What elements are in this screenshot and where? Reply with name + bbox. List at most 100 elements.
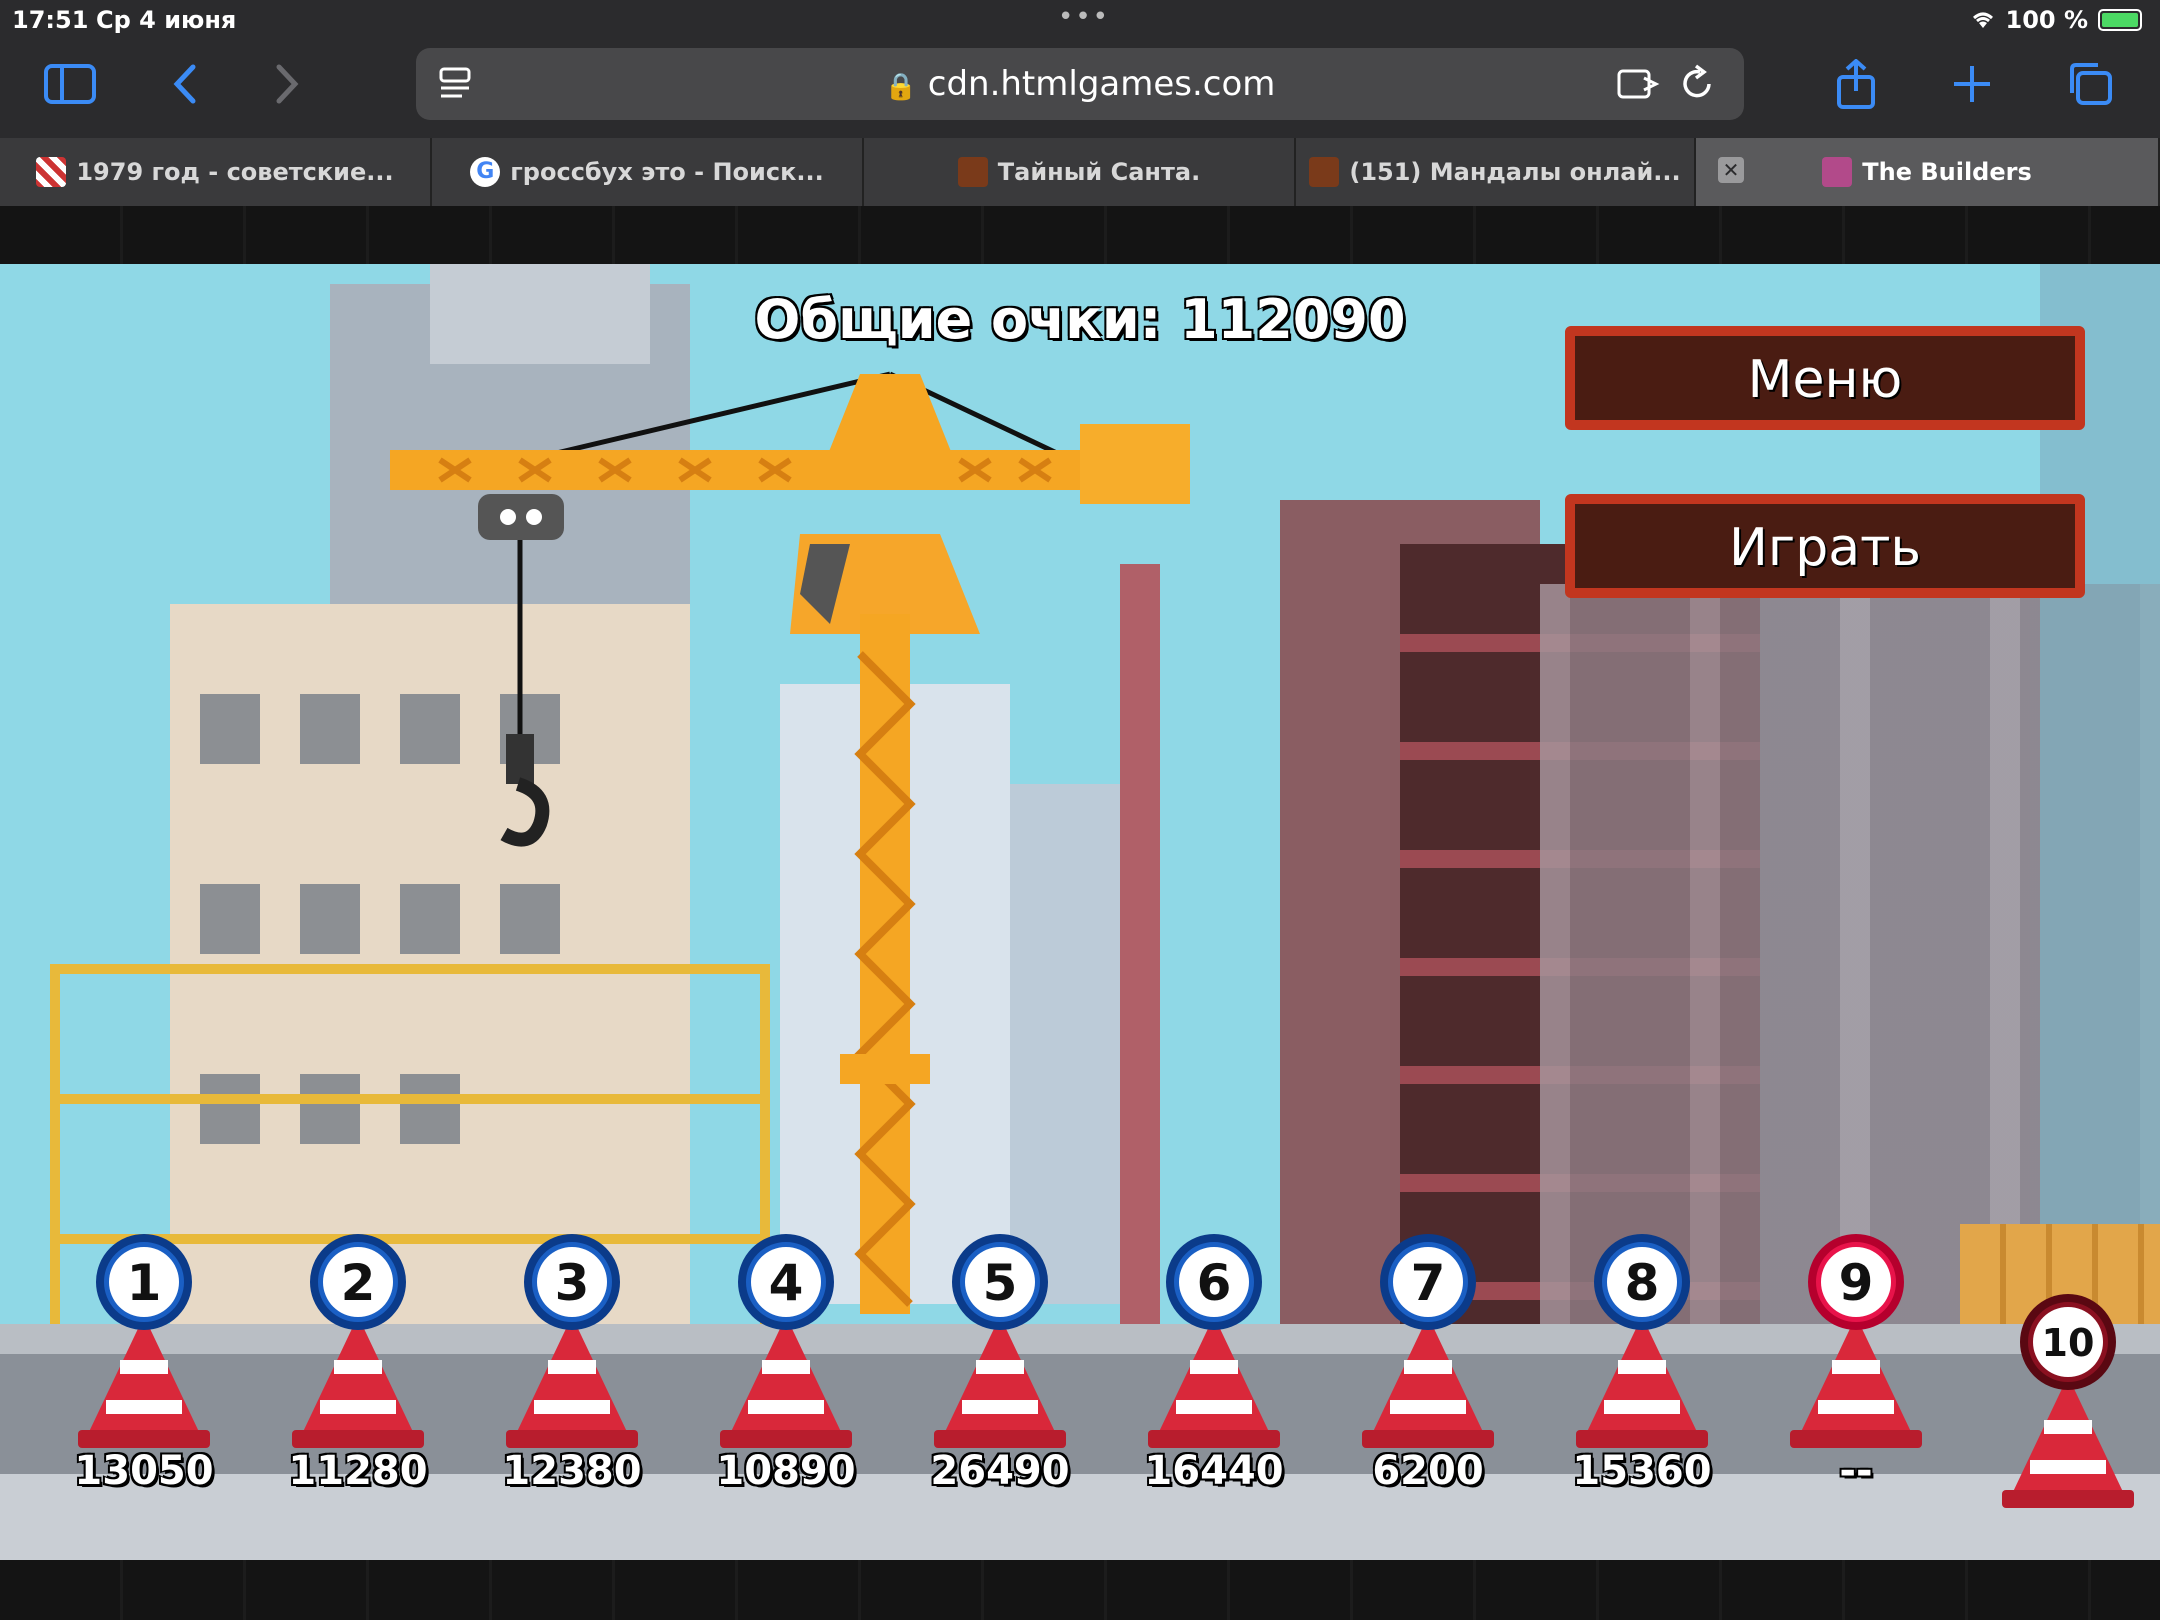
cone-icon [730, 1316, 842, 1434]
level-badge: 3 [524, 1234, 620, 1330]
level-badge: 2 [310, 1234, 406, 1330]
cone-base [506, 1430, 638, 1448]
menu-button[interactable]: Меню [1545, 308, 2105, 448]
level-6-score: 16440 [1144, 1448, 1284, 1494]
level-3-score: 12380 [502, 1448, 642, 1494]
level-badge: 8 [1594, 1234, 1690, 1330]
tab-mandalas[interactable]: (151) Мандалы онлай... [1296, 138, 1696, 206]
level-9-score: -- [1839, 1448, 1873, 1494]
share-button[interactable] [1826, 56, 1886, 112]
reload-icon[interactable] [1678, 64, 1716, 104]
cone-stripe [962, 1400, 1038, 1414]
favicon-icon [1822, 157, 1853, 187]
level-9-button[interactable]: 9 [1778, 1234, 1938, 1464]
level-3-button[interactable]: 3 [494, 1234, 654, 1464]
cone-base [78, 1430, 210, 1448]
share-icon [1837, 59, 1875, 109]
tabs-overview-button[interactable] [2060, 56, 2120, 112]
play-button[interactable]: Играть [1545, 476, 2105, 616]
favicon-icon [1309, 157, 1340, 187]
multitasking-dots-icon[interactable]: ••• [1058, 2, 1110, 32]
windows [200, 694, 260, 764]
level-number: 2 [323, 1247, 393, 1317]
level-number: 6 [1179, 1247, 1249, 1317]
level-8-button[interactable]: 8 [1564, 1234, 1724, 1464]
cone-icon [2012, 1376, 2124, 1494]
tab-1979[interactable]: 1979 год - советские... [0, 138, 432, 206]
cone-stripe [1190, 1360, 1238, 1374]
chevron-right-icon [276, 64, 299, 104]
tab-bar: 1979 год - советские... G гроссбух это -… [0, 138, 2160, 206]
cone-base [934, 1430, 1066, 1448]
cone-icon [88, 1316, 200, 1434]
game-canvas: Общие очки: 112090 Меню Играть 1 13050 2… [0, 264, 2160, 1560]
cone-base [292, 1430, 424, 1448]
back-button[interactable] [154, 56, 214, 112]
tab-ext-icon[interactable] [1616, 66, 1660, 102]
tower-crane [390, 371, 1190, 1314]
tab-google[interactable]: G гроссбух это - Поиск... [432, 138, 864, 206]
tab-label: (151) Мандалы онлай... [1349, 158, 1681, 186]
cone-stripe [1832, 1360, 1880, 1374]
url-value: cdn.htmlgames.com [927, 64, 1276, 104]
level-number: 5 [965, 1247, 1035, 1317]
cone-base [2002, 1490, 2134, 1508]
close-tab-icon[interactable]: ✕ [1718, 157, 1744, 183]
browser-chrome: 17:51 Ср 4 июня ••• 100 % 🔒 cdn.htmlgame… [0, 0, 2160, 138]
level-number: 7 [1393, 1247, 1463, 1317]
cone-stripe [976, 1360, 1024, 1374]
level-badge-locked: 10 [2020, 1294, 2116, 1390]
level-5-button[interactable]: 5 [922, 1234, 1082, 1464]
cone-base [1790, 1430, 1922, 1448]
level-8-score: 15360 [1572, 1448, 1712, 1494]
tab-label: 1979 год - советские... [76, 158, 394, 186]
level-5-score: 26490 [930, 1448, 1070, 1494]
level-badge: 4 [738, 1234, 834, 1330]
cone-icon [516, 1316, 628, 1434]
cone-stripe [320, 1400, 396, 1414]
level-1-button[interactable]: 1 [66, 1234, 226, 1464]
favicon-icon [957, 157, 988, 187]
level-10-button[interactable]: 10 [1990, 1294, 2150, 1524]
battery-icon [2098, 9, 2142, 31]
level-4-button[interactable]: 4 [708, 1234, 868, 1464]
tab-label: The Builders [1862, 158, 2032, 186]
level-7-button[interactable]: 7 [1350, 1234, 1510, 1464]
cone-stripe [2044, 1420, 2092, 1434]
sidebar-toggle-button[interactable] [40, 56, 100, 112]
cone-base [720, 1430, 852, 1448]
menu-button-label: Меню [1747, 350, 1903, 410]
level-2-score: 11280 [288, 1448, 428, 1494]
cone-stripe [534, 1400, 610, 1414]
cone-icon [1158, 1316, 1270, 1434]
tab-secret-santa[interactable]: Тайный Санта. [864, 138, 1296, 206]
cone-stripe [1618, 1360, 1666, 1374]
cone-stripe [1404, 1360, 1452, 1374]
tab-the-builders[interactable]: ✕ The Builders [1696, 138, 2160, 206]
new-tab-button[interactable] [1942, 56, 2002, 112]
level-number: 8 [1607, 1247, 1677, 1317]
cone-stripe [120, 1360, 168, 1374]
level-6-button[interactable]: 6 [1136, 1234, 1296, 1464]
cone-icon [1372, 1316, 1484, 1434]
cone-icon [944, 1316, 1056, 1434]
level-number: 3 [537, 1247, 607, 1317]
status-time: 17:51 [12, 6, 89, 34]
status-date: Ср 4 июня [96, 6, 237, 34]
wood-border-bottom [0, 1560, 2160, 1620]
battery-percent: 100 % [2005, 6, 2089, 34]
cone-stripe [334, 1360, 382, 1374]
level-number: 1 [109, 1247, 179, 1317]
status-bar: 17:51 Ср 4 июня ••• 100 % [0, 0, 2160, 40]
level-2-button[interactable]: 2 [280, 1234, 440, 1464]
cone-stripe [748, 1400, 824, 1414]
address-bar[interactable]: 🔒 cdn.htmlgames.com [416, 48, 1744, 120]
tab-label: гроссбух это - Поиск... [510, 158, 824, 186]
sidebar-icon [44, 64, 96, 104]
cone-stripe [762, 1360, 810, 1374]
wood-border-top [0, 206, 2160, 264]
level-badge: 7 [1380, 1234, 1476, 1330]
level-number: 4 [751, 1247, 821, 1317]
level-badge: 9 [1808, 1234, 1904, 1330]
forward-button[interactable] [258, 56, 318, 112]
